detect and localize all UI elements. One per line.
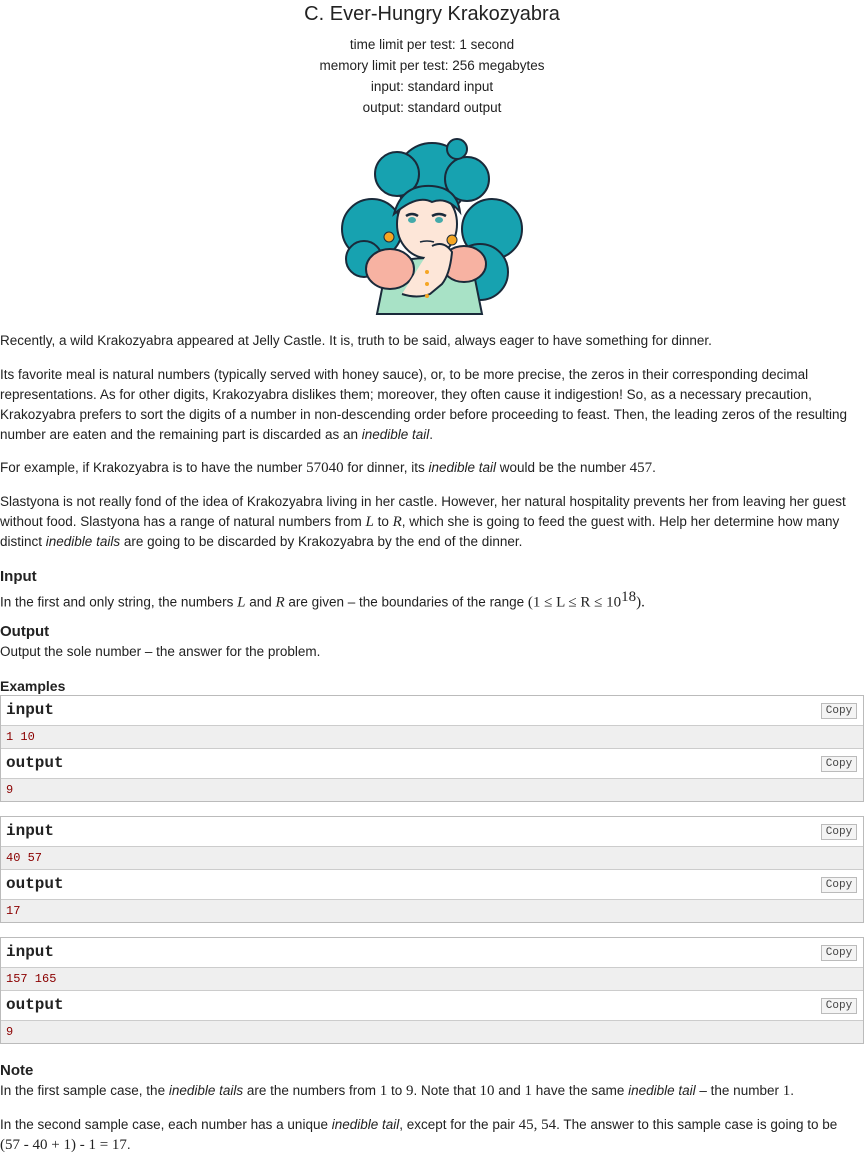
- inedible-tails-term: inedible tails: [45, 534, 121, 549]
- sample-output-header: output Copy: [1, 991, 863, 1021]
- statement-paragraph-3: For example, if Krakozyabra is to have t…: [0, 458, 860, 478]
- copy-input-button[interactable]: Copy: [821, 824, 857, 840]
- sample-input-header: input Copy: [1, 817, 863, 847]
- sample-test-2: input Copy 40 57 output Copy 17: [0, 816, 864, 923]
- statement-text: are the numbers from: [243, 1083, 380, 1098]
- inedible-tail-term: inedible tail: [628, 1083, 696, 1098]
- sample-input-data: 1 10: [1, 726, 863, 749]
- statement-text: have the same: [532, 1083, 629, 1098]
- sample-output-header: output Copy: [1, 870, 863, 900]
- problem-title: C. Ever-Hungry Krakozyabra: [304, 3, 560, 25]
- statement-text: In the first and only string, the number…: [0, 594, 238, 610]
- math-number: 57040: [306, 460, 344, 476]
- sample-test-1: input Copy 1 10 output Copy 9: [0, 695, 864, 802]
- statement-text: , except for the pair: [399, 1117, 519, 1132]
- sample-output-data: 17: [1, 900, 863, 922]
- statement-text: are given – the boundaries of the range: [284, 594, 528, 610]
- output-heading: Output: [0, 623, 50, 640]
- statement-text: In the first sample case, the: [0, 1083, 169, 1098]
- statement-paragraph-4: Slastyona is not really fond of the idea…: [0, 492, 860, 552]
- statement-text: – the number: [695, 1083, 783, 1098]
- inedible-tail-term: inedible tail: [428, 460, 496, 475]
- statement-text: .: [790, 1083, 794, 1098]
- range-exponent: 18: [621, 589, 637, 605]
- copy-input-button[interactable]: Copy: [821, 703, 857, 719]
- inedible-tails-term: inedible tails: [168, 1083, 244, 1098]
- statement-text: to: [373, 514, 393, 529]
- input-heading: Input: [0, 568, 37, 585]
- input-description: In the first and only string, the number…: [0, 587, 860, 613]
- copy-output-button[interactable]: Copy: [821, 998, 857, 1014]
- output-file: output: standard output: [362, 100, 502, 115]
- math-variable: R: [275, 594, 285, 611]
- statement-text: and: [245, 594, 276, 610]
- inedible-tail-term: inedible tail: [361, 427, 430, 442]
- note-paragraph-2: In the second sample case, each number h…: [0, 1115, 860, 1155]
- note-heading: Note: [0, 1062, 34, 1079]
- statement-text: .: [429, 427, 434, 442]
- statement-text: . The answer to this sample case is goin…: [556, 1117, 838, 1132]
- math-number: 457: [629, 460, 653, 476]
- statement-text: to: [387, 1083, 406, 1098]
- statement-text: for dinner, its: [343, 460, 429, 475]
- input-label: input: [6, 943, 55, 961]
- sample-input-data: 40 57: [1, 847, 863, 870]
- math-variable: R: [392, 514, 402, 530]
- statement-text: In the second sample case, each number h…: [0, 1117, 332, 1132]
- inedible-tail-term: inedible tail: [331, 1117, 400, 1132]
- statement-text: For example, if Krakozyabra is to have t…: [0, 460, 307, 475]
- math-number: 1: [524, 1083, 533, 1099]
- output-label: output: [6, 875, 64, 893]
- time-limit: time limit per test: 1 second: [349, 37, 515, 52]
- statement-paragraph-2: Its favorite meal is natural numbers (ty…: [0, 365, 860, 445]
- output-label: output: [6, 754, 64, 772]
- statement-text: would be the number: [496, 460, 630, 475]
- sample-output-data: 9: [1, 779, 863, 801]
- statement-paragraph-1: Recently, a wild Krakozyabra appeared at…: [0, 333, 712, 348]
- statement-text: and: [494, 1083, 525, 1098]
- krakozyabra-illustration: [336, 137, 528, 323]
- sample-test-3: input Copy 157 165 output Copy 9: [0, 937, 864, 1044]
- statement-text: . Note that: [413, 1083, 480, 1098]
- statement-text: are going to be discarded by Krakozyabra…: [120, 534, 523, 549]
- range-constraint: (1 ≤ L ≤ R ≤ 10: [527, 594, 622, 611]
- math-variable: L: [365, 514, 374, 530]
- sample-input-header: input Copy: [1, 938, 863, 968]
- statement-text: .: [652, 460, 656, 475]
- copy-input-button[interactable]: Copy: [821, 945, 857, 961]
- output-description: Output the sole number – the answer for …: [0, 644, 321, 659]
- examples-heading: Examples: [0, 678, 66, 694]
- math-number: 45, 54: [518, 1117, 557, 1133]
- math-expression: (57 - 40 + 1) - 1 = 17: [0, 1137, 127, 1153]
- sample-output-data: 9: [1, 1021, 863, 1043]
- sample-output-header: output Copy: [1, 749, 863, 779]
- note-paragraph-1: In the first sample case, the inedible t…: [0, 1081, 860, 1101]
- memory-limit: memory limit per test: 256 megabytes: [319, 58, 545, 73]
- input-label: input: [6, 701, 55, 719]
- copy-output-button[interactable]: Copy: [821, 756, 857, 772]
- range-constraint-end: ).: [636, 594, 645, 611]
- sample-input-header: input Copy: [1, 696, 863, 726]
- input-file: input: standard input: [370, 79, 494, 94]
- math-number: 10: [479, 1083, 495, 1099]
- sample-input-data: 157 165: [1, 968, 863, 991]
- copy-output-button[interactable]: Copy: [821, 877, 857, 893]
- output-label: output: [6, 996, 64, 1014]
- input-label: input: [6, 822, 55, 840]
- statement-text: .: [126, 1137, 131, 1152]
